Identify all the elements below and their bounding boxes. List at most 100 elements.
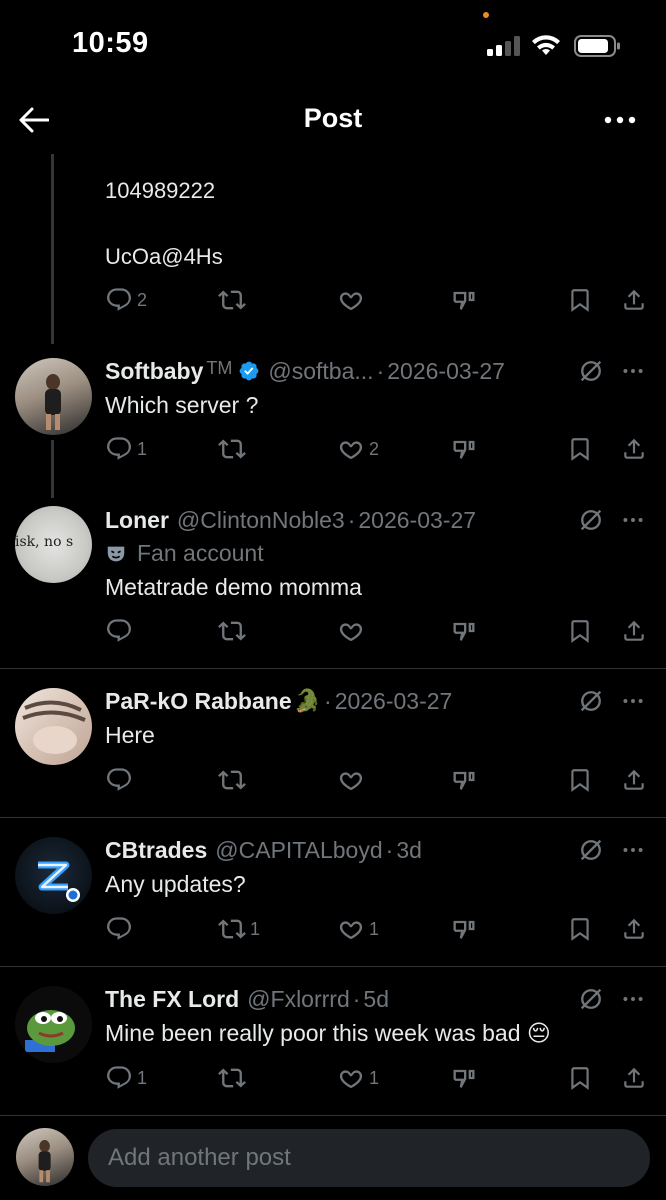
avatar[interactable] (15, 688, 92, 765)
repost-button[interactable]: 1 (218, 914, 260, 944)
post-more-button[interactable] (618, 505, 648, 535)
share-icon (621, 436, 647, 462)
repost-button[interactable] (218, 434, 246, 464)
bookmark-button[interactable] (567, 285, 593, 315)
reply-icon (105, 915, 133, 943)
like-button[interactable]: 2 (337, 434, 379, 464)
add-post-input[interactable]: Add another post (88, 1129, 650, 1187)
post-date[interactable]: 3d (396, 837, 422, 864)
bookmark-button[interactable] (567, 914, 593, 944)
post-text: Here (105, 722, 155, 748)
avatar[interactable] (15, 837, 92, 914)
avatar[interactable]: isk, no s (15, 506, 92, 583)
downvote-button[interactable] (450, 616, 478, 646)
reply-post[interactable]: isk, no s Loner @ClintonNoble3 · 2026-03… (0, 505, 666, 665)
post-more-button[interactable] (618, 686, 648, 716)
post-date[interactable]: 2026-03-27 (387, 358, 505, 385)
downvote-button[interactable] (450, 285, 478, 315)
user-handle[interactable]: @CAPITALboyd (215, 837, 382, 864)
grok-button[interactable] (576, 835, 606, 865)
separator-dot: · (385, 836, 394, 863)
bookmark-button[interactable] (567, 1063, 593, 1093)
bookmark-button[interactable] (567, 765, 593, 795)
repost-button[interactable] (218, 285, 246, 315)
reply-button[interactable]: 2 (105, 285, 147, 315)
avatar[interactable] (15, 358, 92, 435)
avatar[interactable] (15, 986, 92, 1063)
display-name[interactable]: Softbaby (105, 358, 203, 385)
reply-post[interactable]: The FX Lord @Fxlorrrd · 5d Mine been rea… (0, 984, 666, 1104)
reply-button[interactable]: 1 (105, 1063, 147, 1093)
more-options-button[interactable] (600, 102, 640, 138)
divider (0, 668, 666, 669)
heart-icon (337, 766, 365, 794)
repost-icon (218, 286, 246, 314)
post-action-bar: 1 1 (105, 1063, 650, 1093)
share-button[interactable] (621, 765, 647, 795)
like-count: 2 (369, 438, 380, 459)
post-more-button[interactable] (618, 984, 648, 1014)
grok-button[interactable] (576, 686, 606, 716)
share-button[interactable] (621, 1063, 647, 1093)
post-date[interactable]: 2026-03-27 (358, 507, 476, 534)
share-button[interactable] (621, 434, 647, 464)
post-date[interactable]: 5d (363, 986, 389, 1013)
reply-post[interactable]: CBtrades @CAPITALboyd · 3d Any updates? … (0, 835, 666, 955)
repost-button[interactable] (218, 765, 246, 795)
grok-icon (577, 506, 605, 534)
user-handle[interactable]: @softba... (268, 358, 373, 385)
downvote-button[interactable] (450, 1063, 478, 1093)
post-more-button[interactable] (618, 835, 648, 865)
post-header: CBtrades @CAPITALboyd · 3d (105, 835, 422, 865)
like-button[interactable]: 1 (337, 1063, 379, 1093)
downvote-button[interactable] (450, 765, 478, 795)
reply-icon (105, 286, 133, 314)
repost-button[interactable] (218, 616, 246, 646)
post-action-bar: 1 1 (105, 914, 650, 944)
post-more-button[interactable] (618, 356, 648, 386)
display-name[interactable]: CBtrades (105, 837, 207, 864)
grok-button[interactable] (576, 356, 606, 386)
more-horizontal-icon (620, 507, 646, 533)
reply-post[interactable]: PaR-kO Rabbane 🐊 · 2026-03-27 Here (0, 686, 666, 806)
bookmark-button[interactable] (567, 616, 593, 646)
more-horizontal-icon (620, 688, 646, 714)
display-name[interactable]: Loner (105, 507, 169, 534)
reply-button[interactable] (105, 914, 133, 944)
like-count: 1 (369, 1067, 380, 1088)
post-text: Mine been really poor this week was bad … (105, 1020, 551, 1046)
grok-icon (577, 687, 605, 715)
reply-button[interactable]: 1 (105, 434, 147, 464)
parent-post-text-line: 104989222 (105, 178, 216, 203)
bookmark-button[interactable] (567, 434, 593, 464)
grok-button[interactable] (576, 984, 606, 1014)
repost-icon (218, 617, 246, 645)
user-handle[interactable]: @Fxlorrrd (247, 986, 350, 1013)
reply-count: 1 (137, 438, 148, 459)
downvote-button[interactable] (450, 434, 478, 464)
share-button[interactable] (621, 616, 647, 646)
like-button[interactable] (337, 285, 365, 315)
share-button[interactable] (621, 914, 647, 944)
like-button[interactable]: 1 (337, 914, 379, 944)
like-button[interactable] (337, 616, 365, 646)
reply-count: 2 (137, 289, 148, 310)
separator-dot: · (324, 687, 332, 714)
post-date[interactable]: 2026-03-27 (335, 688, 453, 715)
downvote-button[interactable] (450, 914, 478, 944)
repost-button[interactable] (218, 1063, 246, 1093)
display-name[interactable]: PaR-kO Rabbane (105, 688, 292, 715)
reply-post[interactable]: Softbaby TM @softba... · 2026-03-27 Whic… (0, 356, 666, 466)
reply-button[interactable] (105, 616, 133, 646)
like-button[interactable] (337, 765, 365, 795)
bookmark-icon (567, 436, 593, 462)
share-button[interactable] (621, 285, 647, 315)
post-text: Which server ? (105, 392, 259, 418)
heart-icon (337, 1064, 365, 1092)
post-action-bar (105, 616, 650, 646)
reply-button[interactable] (105, 765, 133, 795)
user-handle[interactable]: @ClintonNoble3 (177, 507, 345, 534)
bookmark-icon (567, 618, 593, 644)
display-name[interactable]: The FX Lord (105, 986, 239, 1013)
grok-button[interactable] (576, 505, 606, 535)
